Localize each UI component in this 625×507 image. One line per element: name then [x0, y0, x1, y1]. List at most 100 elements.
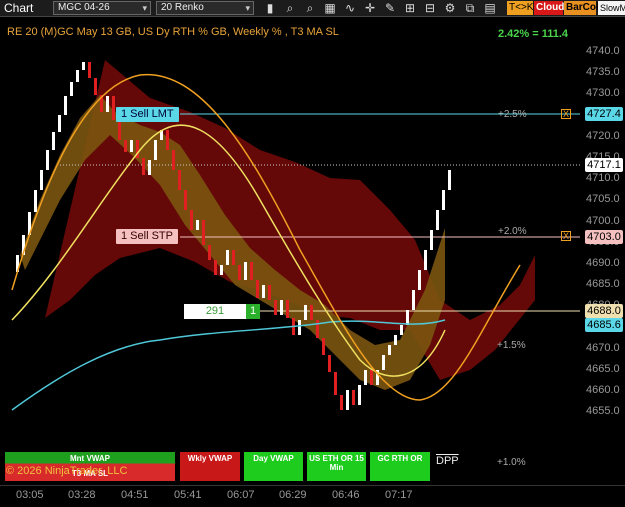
renko-up-brick [196, 220, 199, 230]
renko-down-brick [322, 338, 325, 355]
renko-down-brick [256, 280, 259, 298]
time-axis[interactable]: 03:05 03:28 04:51 05:41 06:07 06:29 06:4… [0, 485, 625, 507]
renko-up-brick [244, 262, 247, 280]
renko-down-brick [178, 170, 181, 190]
sell-stop-order-label[interactable]: 1 Sell STP [116, 229, 178, 244]
renko-down-brick [340, 395, 343, 410]
renko-down-brick [142, 158, 145, 175]
position-pnl: 291 [205, 305, 225, 317]
renko-down-brick [268, 285, 271, 300]
position-display[interactable]: 291 1 [184, 304, 260, 319]
price-tick-label: 4655.0 [586, 405, 620, 418]
renko-up-brick [418, 270, 421, 290]
price-tick-label: 4685.0 [586, 278, 620, 291]
price-chart[interactable] [0, 0, 625, 507]
pct-level-label: +2.5% [498, 109, 527, 120]
gc-rth-or-button[interactable]: GC RTH OR [370, 452, 430, 481]
copyright-notice: © 2026 NinjaTrader, LLC [6, 465, 128, 477]
time-tick-label: 03:28 [68, 489, 96, 501]
renko-up-brick [304, 305, 307, 320]
price-tick-label: 4720.0 [586, 129, 620, 142]
price-tick-label: 4740.0 [586, 45, 620, 57]
renko-down-brick [190, 210, 193, 230]
renko-down-brick [172, 150, 175, 170]
renko-down-brick [310, 305, 313, 320]
renko-up-brick [358, 385, 361, 405]
us-eth-or-button[interactable]: US ETH OR 15 Min [307, 452, 366, 481]
pct-level-label: +2.0% [498, 226, 527, 237]
renko-down-brick [94, 78, 97, 95]
renko-up-brick [406, 310, 409, 325]
price-tick-label: 4700.0 [586, 214, 620, 227]
pct-level-label: +1.0% [497, 457, 526, 468]
time-tick-label: 04:51 [121, 489, 149, 501]
renko-down-brick [214, 260, 217, 275]
renko-down-brick [370, 370, 373, 385]
renko-up-brick [76, 70, 79, 82]
renko-up-brick [346, 390, 349, 410]
renko-down-brick [286, 300, 289, 318]
renko-up-brick [148, 160, 151, 175]
renko-down-brick [124, 140, 127, 152]
renko-down-brick [118, 120, 121, 140]
renko-up-brick [382, 355, 385, 370]
renko-down-brick [208, 245, 211, 260]
renko-up-brick [34, 190, 37, 212]
ichimoku-cloud [20, 60, 535, 390]
renko-up-brick [40, 170, 43, 190]
price-tick-label: 4710.0 [586, 172, 620, 185]
renko-up-brick [298, 320, 301, 335]
renko-up-brick [448, 170, 451, 190]
time-tick-label: 07:17 [385, 489, 413, 501]
renko-up-brick [442, 190, 445, 210]
renko-up-brick [82, 62, 85, 70]
renko-down-brick [232, 250, 235, 265]
wkly-vwap-button[interactable]: Wkly VWAP [180, 452, 240, 481]
renko-up-brick [154, 140, 157, 160]
renko-down-brick [238, 265, 241, 280]
pct-level-label: +1.5% [497, 340, 526, 351]
sell-limit-order-label[interactable]: 1 Sell LMT [116, 107, 179, 122]
renko-up-brick [388, 345, 391, 355]
price-tick-label: 4705.0 [586, 193, 620, 206]
price-tick-label: 4670.0 [586, 341, 620, 354]
price-tick-label: 4665.0 [586, 363, 620, 375]
price-tick-label: 4690.0 [586, 257, 620, 269]
price-tick-label: 4735.0 [586, 66, 620, 79]
dpp-label[interactable]: DPP [436, 455, 459, 467]
renko-up-brick [262, 285, 265, 298]
renko-up-brick [58, 115, 61, 132]
renko-down-brick [88, 62, 91, 78]
position-quantity: 1 [246, 304, 260, 319]
renko-up-brick [412, 290, 415, 310]
renko-up-brick [364, 370, 367, 385]
renko-up-brick [394, 335, 397, 345]
renko-up-brick [220, 265, 223, 275]
chart-info-label: RE 20 (M)GC May 13 GB, US Dy RTH % GB, W… [7, 26, 339, 38]
renko-up-brick [52, 132, 55, 150]
renko-up-brick [226, 250, 229, 265]
time-tick-label: 06:29 [279, 489, 307, 501]
day-vwap-button[interactable]: Day VWAP [244, 452, 303, 481]
renko-up-brick [64, 96, 67, 115]
renko-up-brick [106, 96, 109, 112]
renko-down-brick [274, 300, 277, 315]
time-tick-label: 05:41 [174, 489, 202, 501]
renko-up-brick [46, 150, 49, 170]
renko-down-brick [316, 320, 319, 338]
renko-up-brick [130, 140, 133, 152]
time-tick-label: 06:07 [227, 489, 255, 501]
entry-price-tag: 4688.0 [585, 304, 623, 318]
time-tick-label: 06:46 [332, 489, 360, 501]
renko-down-brick [166, 130, 169, 150]
cancel-sell-limit-icon[interactable]: X [561, 109, 571, 119]
cancel-sell-stop-icon[interactable]: X [561, 231, 571, 241]
sell-lmt-price-tag: 4727.4 [585, 107, 623, 121]
renko-down-brick [250, 262, 253, 280]
performance-label: 2.42% = 111.4 [498, 28, 569, 40]
renko-up-brick [436, 210, 439, 230]
renko-up-brick [70, 82, 73, 96]
renko-up-brick [280, 300, 283, 315]
renko-down-brick [184, 190, 187, 210]
renko-down-brick [328, 355, 331, 372]
